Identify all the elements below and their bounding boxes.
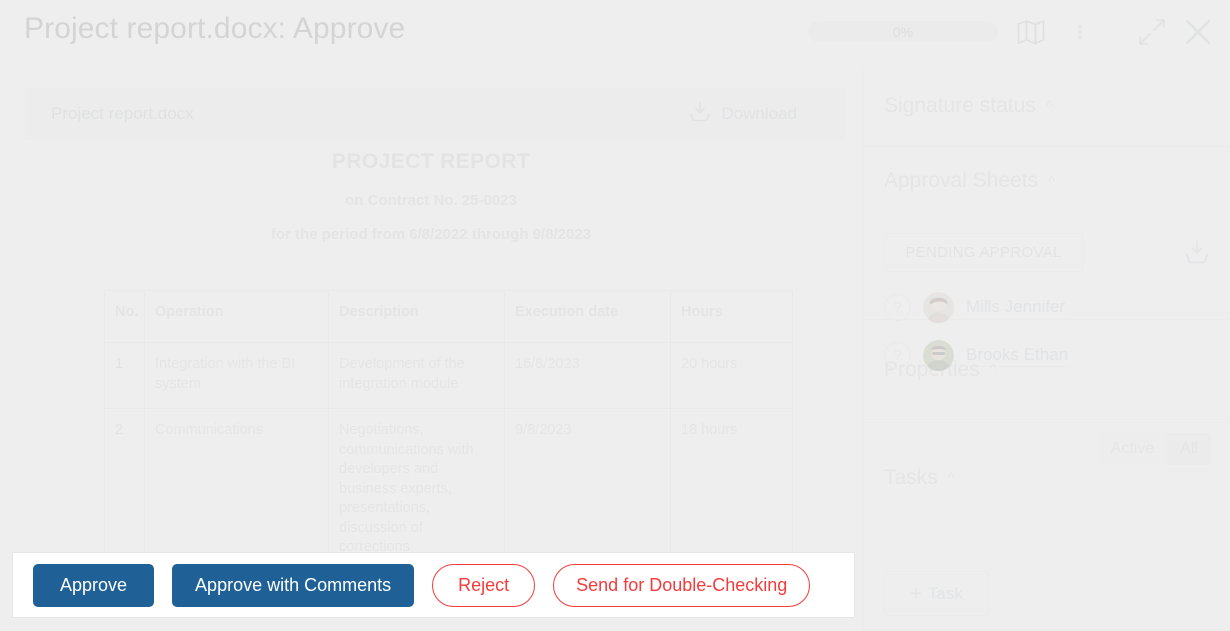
section-signature-status[interactable]: Signature status ^ xyxy=(863,66,1230,147)
cell-no: 1 xyxy=(104,342,145,409)
approver-name[interactable]: Brooks Ethan xyxy=(966,345,1069,367)
avatar xyxy=(923,292,954,323)
operations-table: No. Operation Description Execution date… xyxy=(104,290,793,571)
cell-execution-date: 16/8/2023 xyxy=(504,342,671,409)
section-tasks-label: Tasks xyxy=(884,466,938,489)
status-badge[interactable]: PENDING APPROVAL xyxy=(884,233,1083,272)
document-period-line: for the period from 6/8/2022 through 9/8… xyxy=(270,226,592,243)
approve-with-comments-button[interactable]: Approve with Comments xyxy=(172,563,415,607)
column-header-description: Description xyxy=(328,290,505,343)
plus-icon: + xyxy=(910,582,922,605)
expand-icon[interactable] xyxy=(1134,14,1170,50)
dimmed-content-layer: Project report.docx: Approve 0% Project … xyxy=(0,0,1230,631)
cell-description: Negotiations, communications with develo… xyxy=(328,408,505,571)
progress-bar-label: 0% xyxy=(892,23,914,40)
section-signature-status-label: Signature status xyxy=(884,94,1036,117)
approver-row[interactable]: ? Brooks Ethan xyxy=(884,340,1069,371)
approver-row[interactable]: ? Mills Jennifer xyxy=(884,292,1066,323)
cell-execution-date: 9/8/2023 xyxy=(504,408,671,571)
document-heading-block: PROJECT REPORT on Contract No. 25-0023 f… xyxy=(0,150,862,243)
approver-name[interactable]: Mills Jennifer xyxy=(966,297,1066,319)
download-button[interactable]: Download xyxy=(689,100,797,128)
tasks-filter-toggle[interactable]: Active All xyxy=(1097,433,1211,465)
document-title: PROJECT REPORT xyxy=(331,150,531,173)
cell-no: 2 xyxy=(104,408,145,571)
question-mark-icon: ? xyxy=(884,342,911,369)
app-window: Project report.docx: Approve 0% Project … xyxy=(0,0,1230,631)
column-header-execution-date: Execution date xyxy=(504,290,671,343)
download-icon xyxy=(689,100,711,128)
column-header-no: No. xyxy=(104,290,145,343)
chevron-up-icon: ^ xyxy=(1045,97,1053,115)
table-header-row: No. Operation Description Execution date… xyxy=(104,290,793,343)
add-task-button[interactable]: + Task xyxy=(884,571,989,616)
cell-hours: 18 hours xyxy=(670,408,793,571)
add-task-label: Task xyxy=(927,583,963,603)
map-icon[interactable] xyxy=(1014,16,1048,48)
column-header-hours: Hours xyxy=(670,290,793,343)
question-mark-icon: ? xyxy=(884,294,911,321)
chevron-up-icon: ^ xyxy=(1048,172,1056,190)
download-label: Download xyxy=(721,104,797,123)
chevron-up-icon: ^ xyxy=(947,469,955,487)
table-row: 1 Integration with the BI system Develop… xyxy=(104,342,793,409)
approval-action-bar: Approve Approve with Comments Reject Sen… xyxy=(12,552,855,618)
document-contract-line: on Contract No. 25-0023 xyxy=(345,192,517,209)
table-row: 2 Communications Negotiations, communica… xyxy=(104,408,793,571)
cell-operation: Communications xyxy=(144,408,329,571)
tasks-filter-active[interactable]: Active xyxy=(1098,433,1168,465)
cell-description: Development of the integration module xyxy=(328,342,505,409)
reject-button[interactable]: Reject xyxy=(432,563,536,607)
page-title: Project report.docx: Approve xyxy=(24,12,406,45)
close-icon[interactable] xyxy=(1180,14,1216,50)
send-for-double-checking-button[interactable]: Send for Double-Checking xyxy=(553,563,811,607)
file-toolbar: Project report.docx Download xyxy=(25,88,845,140)
column-header-operation: Operation xyxy=(144,290,329,343)
cell-hours: 20 hours xyxy=(670,342,793,409)
section-approval-sheets-label: Approval Sheets xyxy=(884,169,1039,192)
download-icon[interactable] xyxy=(1184,240,1210,266)
cell-operation: Integration with the BI system xyxy=(144,342,329,409)
approve-button[interactable]: Approve xyxy=(33,563,155,607)
document-viewer: Project report.docx Download PROJECT REP… xyxy=(0,66,862,631)
progress-bar: 0% xyxy=(808,21,998,42)
more-options-icon[interactable] xyxy=(1064,16,1096,48)
avatar xyxy=(923,340,954,371)
tasks-filter-all[interactable]: All xyxy=(1167,433,1211,465)
window-titlebar: Project report.docx: Approve 0% xyxy=(0,0,1230,66)
file-name-label: Project report.docx xyxy=(51,104,194,123)
